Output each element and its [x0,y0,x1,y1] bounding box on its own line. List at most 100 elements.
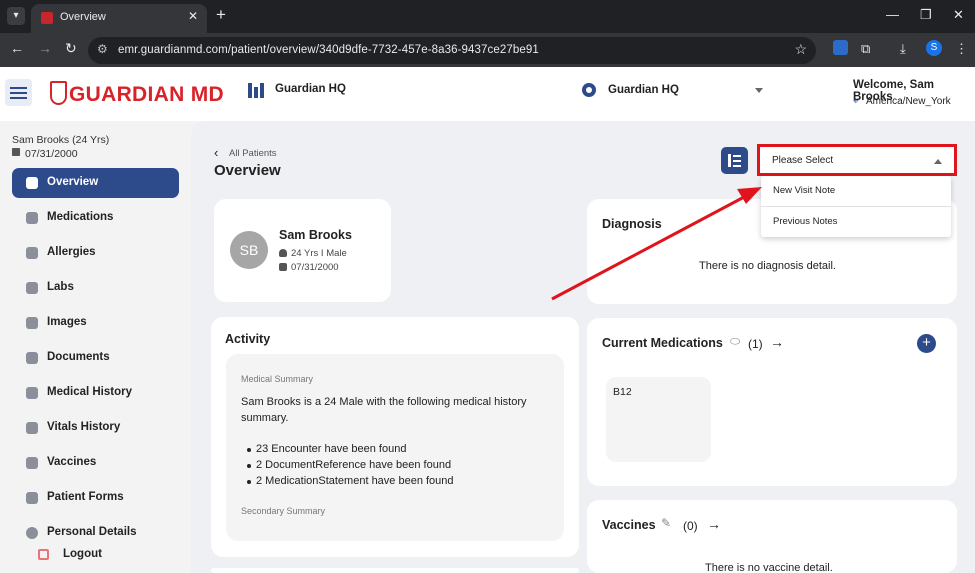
secondary-summary-label: Secondary Summary [241,506,326,516]
org-name: Guardian HQ [275,83,346,95]
syringe-icon: ✎ [661,516,672,530]
visit-note-dropdown: New Visit Note Previous Notes [761,176,951,237]
image-icon [26,317,38,329]
favicon-icon [41,12,53,24]
summary-bullet: 23 Encounter have been found [246,443,407,455]
add-medication-button[interactable]: + [917,334,936,353]
sidebar-item-label: Overview [47,176,99,188]
sidebar-item-label: Personal Details [47,526,137,538]
download-icon[interactable]: ⤓ [900,41,906,57]
sidebar-item-medications[interactable]: Medications [12,203,179,233]
profile-avatar[interactable]: S [926,40,942,56]
summary-text: Sam Brooks is a 24 Male with the followi… [241,396,527,424]
new-tab-icon[interactable]: + [216,5,226,25]
arrow-right-icon[interactable]: → [770,334,784,350]
sidebar-item-label: Patient Forms [47,491,124,503]
arrow-right-icon[interactable]: → [707,516,721,532]
logout-button[interactable]: Logout [63,548,102,560]
document-icon [26,282,38,294]
minimize-icon[interactable]: — [886,7,899,22]
option-label: New Visit Note [773,185,836,196]
address-bar[interactable]: ⚙ emr.guardianmd.com/patient/overview/34… [88,37,816,64]
back-icon[interactable]: ← [10,40,24,56]
patient-dob: 07/31/2000 [291,262,339,273]
browser-tab-bar: ▾ Overview ✕ + — ❐ ✕ [0,0,975,33]
medications-count: (1) [748,337,763,351]
sidebar-item-allergies[interactable]: Allergies [12,238,179,268]
forward-icon[interactable]: → [38,40,52,56]
chevron-down-icon[interactable] [755,88,763,93]
close-window-icon[interactable]: ✕ [953,7,964,23]
select-placeholder: Please Select [772,155,834,166]
tab-title: Overview [60,11,106,23]
medical-summary-label: Medical Summary [241,374,314,384]
extension-icon[interactable] [833,40,848,55]
logo-text: GUARDIAN MD [69,83,224,106]
visit-note-select[interactable]: Please Select [757,144,957,176]
sidebar-item-labs[interactable]: Labs [12,273,179,303]
restore-icon[interactable]: ❐ [920,7,932,23]
vitals-icon [26,422,38,434]
current-medications-title[interactable]: Current Medications [602,336,723,350]
vaccines-title[interactable]: Vaccines [602,518,656,532]
notes-list-icon[interactable] [721,147,748,174]
diagnosis-title: Diagnosis [602,217,662,231]
summary-bullet: 2 DocumentReference have been found [246,459,452,471]
app-header: GUARDIAN MD Guardian HQ Guardian HQ Welc… [0,67,975,121]
building-icon [248,83,264,98]
browser-toolbar: ← → ↻ ⚙ emr.guardianmd.com/patient/overv… [0,33,975,67]
page-title: Overview [214,162,281,179]
calendar-icon [12,148,20,156]
avatar: SB [230,231,268,269]
pill-icon: ⬭ [730,334,741,348]
option-new-visit-note[interactable]: New Visit Note [761,176,951,206]
person-icon [279,249,287,257]
history-icon [26,387,38,399]
hamburger-menu-icon[interactable] [5,79,32,106]
bookmark-star-icon[interactable]: ☆ [794,41,807,58]
overview-icon [26,177,38,189]
user-icon [26,527,38,539]
diagnosis-empty-text: There is no diagnosis detail. [699,260,836,272]
chevron-left-icon[interactable]: ‹ [214,145,218,160]
calendar-icon [279,263,287,271]
sidebar-item-personal-details[interactable]: Personal Details [12,518,179,548]
sidebar-item-label: Labs [47,281,74,293]
sidebar-item-vitals-history[interactable]: Vitals History [12,413,179,443]
sidebar-item-images[interactable]: Images [12,308,179,338]
sidebar-item-medical-history[interactable]: Medical History [12,378,179,408]
url-text[interactable]: emr.guardianmd.com/patient/overview/340d… [118,44,539,56]
form-icon [26,492,38,504]
sidebar-item-label: Vaccines [47,456,97,468]
sidebar-item-label: Documents [47,351,110,363]
close-tab-icon[interactable]: ✕ [188,9,198,23]
sidebar-item-overview[interactable]: Overview [12,168,179,198]
vaccines-count: (0) [683,519,698,533]
sidebar-item-label: Images [47,316,87,328]
location-select[interactable]: Guardian HQ [608,84,679,96]
vaccines-empty-text: There is no vaccine detail. [705,562,833,573]
sidebar-item-label: Medications [47,211,114,223]
site-info-icon[interactable]: ⚙ [97,42,108,56]
tab-search-icon[interactable]: ▾ [7,7,25,25]
location-pin-icon [582,83,596,97]
timezone-text: America/New_York [866,96,951,107]
sidebar-item-patient-forms[interactable]: Patient Forms [12,483,179,513]
sidebar-item-documents[interactable]: Documents [12,343,179,373]
patient-name: Sam Brooks [279,228,352,242]
summary-bullet: 2 MedicationStatement have been found [247,475,454,487]
sidebar-item-label: Medical History [47,386,132,398]
sidebar-item-vaccines[interactable]: Vaccines [12,448,179,478]
browser-menu-icon[interactable]: ⋮ [955,41,968,57]
reload-icon[interactable]: ↻ [65,40,77,57]
breadcrumb[interactable]: All Patients [229,148,277,159]
location-icon: ⌖ [853,96,859,107]
syringe-icon [26,457,38,469]
option-label: Previous Notes [773,216,838,227]
patient-age-gender: 24 Yrs I Male [291,248,347,259]
hourglass-icon [26,247,38,259]
option-previous-notes[interactable]: Previous Notes [761,207,951,237]
logout-icon[interactable] [38,549,49,560]
extensions-puzzle-icon[interactable]: ⧉ [861,41,870,57]
browser-tab[interactable]: Overview ✕ [31,4,207,33]
